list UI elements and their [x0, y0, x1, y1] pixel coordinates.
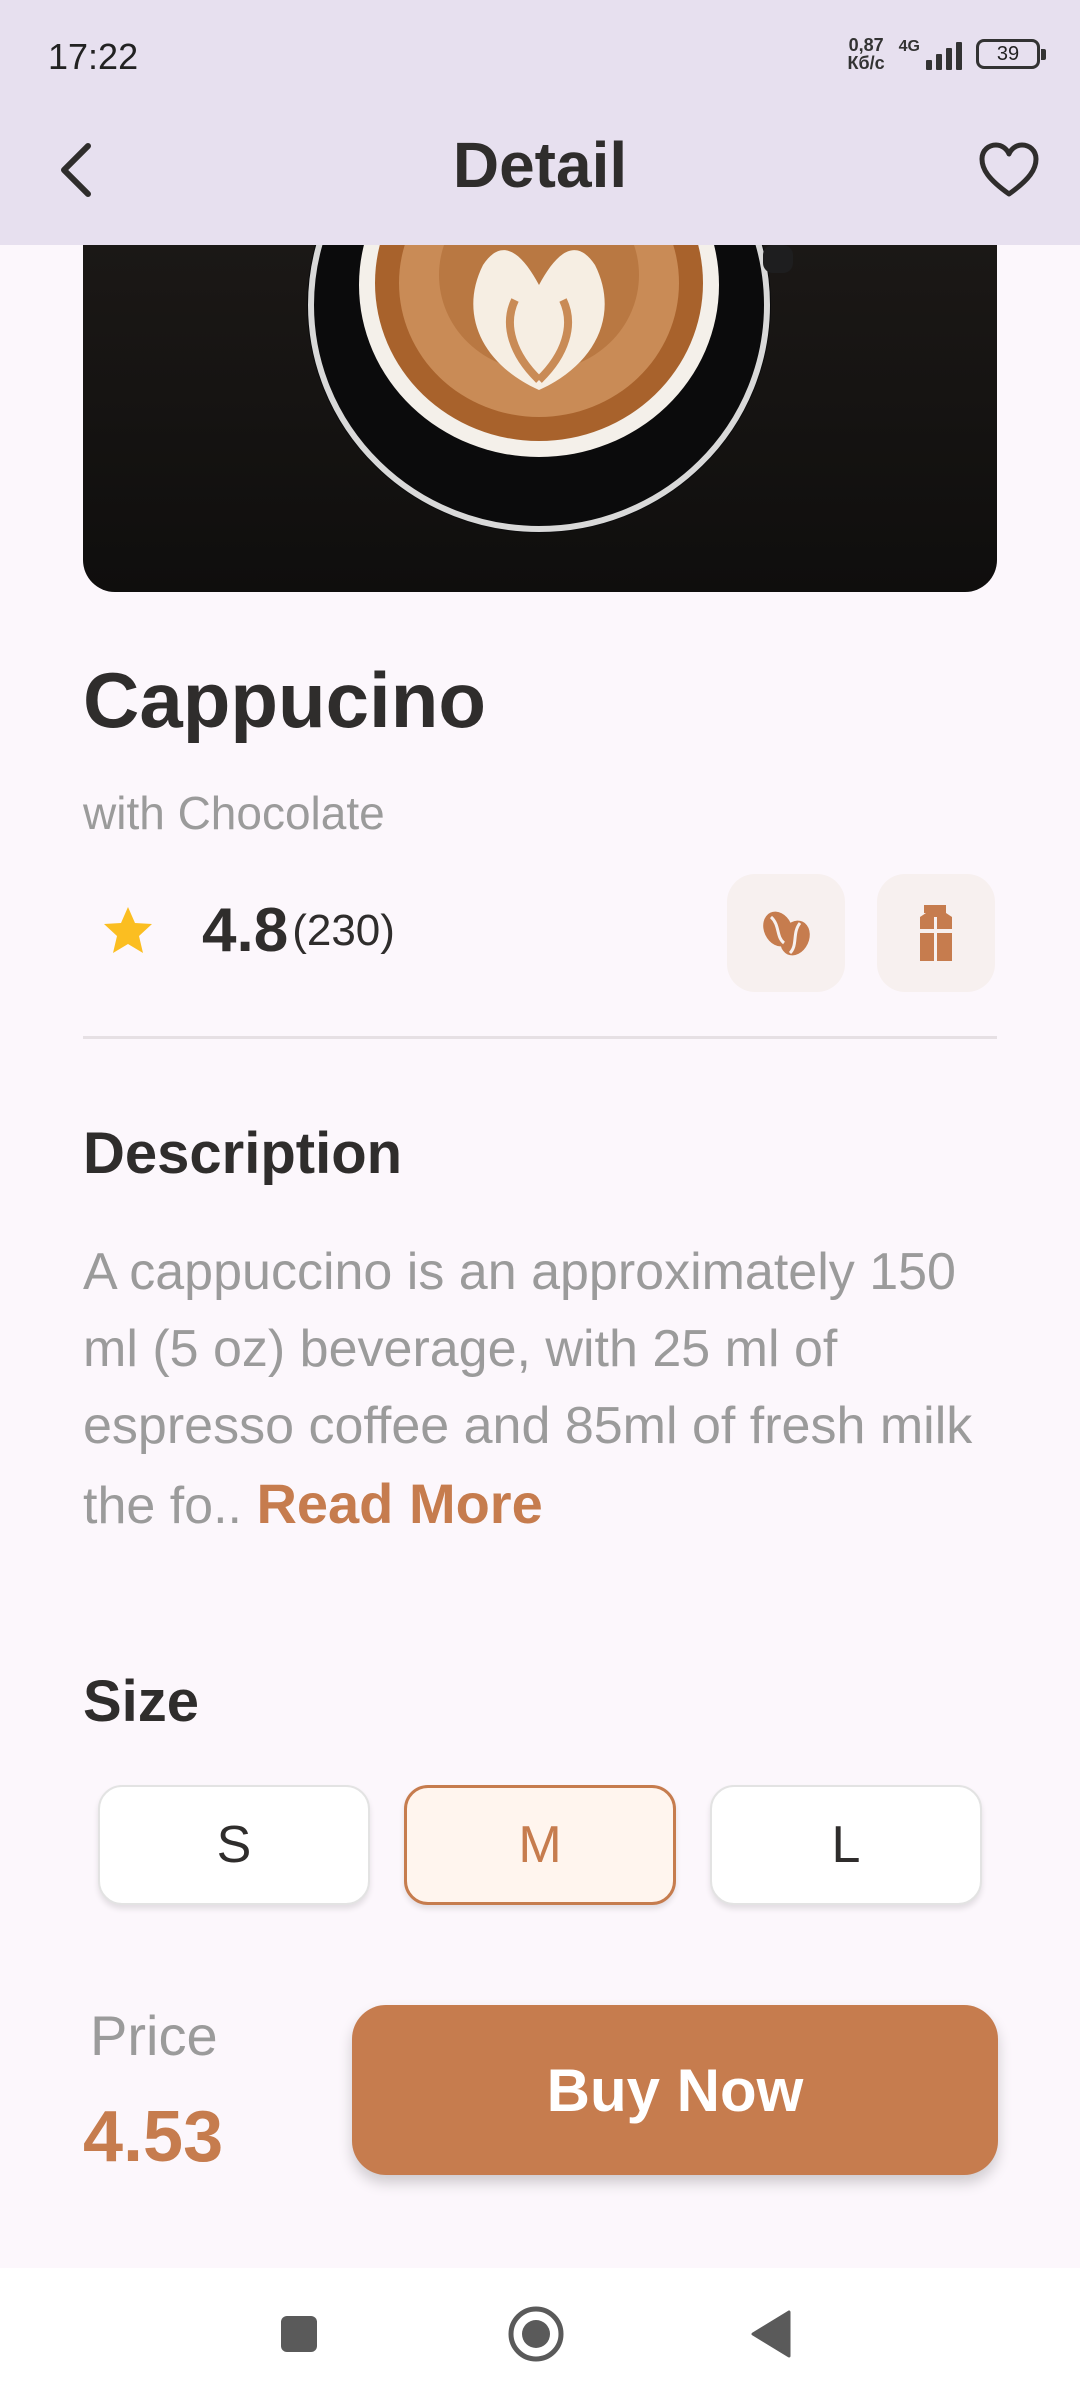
rating-value: 4.8 [202, 896, 289, 965]
description-title: Description [83, 1121, 403, 1186]
app-bar: 17:22 0,87 Кб/с 4G 39 Detail [0, 0, 1080, 245]
back-nav-button[interactable] [735, 2298, 807, 2370]
signal-icon: 4G [899, 38, 962, 70]
favorite-button[interactable] [974, 135, 1044, 205]
size-option-s[interactable]: S [98, 1785, 370, 1905]
battery-icon: 39 [976, 39, 1046, 69]
triangle-back-icon [751, 2310, 791, 2358]
price-label: Price [90, 2004, 218, 2067]
description-text: A cappuccino is an approximately 150 ml … [83, 1234, 1003, 1545]
milk-badge [877, 874, 995, 992]
size-title: Size [83, 1669, 200, 1734]
rating-count: (230) [292, 905, 395, 955]
star-icon [104, 906, 152, 953]
size-selector: S M L [98, 1785, 982, 1905]
product-image [83, 245, 997, 592]
square-icon [281, 2316, 317, 2352]
product-name: Cappucino [83, 656, 486, 744]
product-subtitle: with Chocolate [83, 787, 385, 839]
buy-now-button[interactable]: Buy Now [352, 2005, 998, 2175]
heart-icon [979, 142, 1039, 197]
coffee-beans-badge [727, 874, 845, 992]
status-time: 17:22 [48, 36, 139, 77]
home-button[interactable] [500, 2298, 572, 2370]
network-speed: 0,87 Кб/с [847, 35, 885, 73]
size-option-m[interactable]: M [404, 1785, 676, 1905]
milk-carton-icon [920, 905, 952, 961]
page-title: Detail [452, 129, 628, 201]
home-circle-icon [508, 2306, 564, 2362]
divider [83, 1036, 997, 1039]
recents-button[interactable] [263, 2298, 335, 2370]
rating: 4.8 (230) [100, 895, 395, 966]
size-option-l[interactable]: L [710, 1785, 982, 1905]
price-value: 4.53 [83, 2097, 224, 2177]
system-nav-bar [0, 2268, 1080, 2400]
status-indicators: 0,87 Кб/с 4G 39 [847, 35, 1046, 73]
read-more-link[interactable]: Read More [256, 1472, 542, 1535]
coffee-beans-icon [763, 911, 810, 956]
